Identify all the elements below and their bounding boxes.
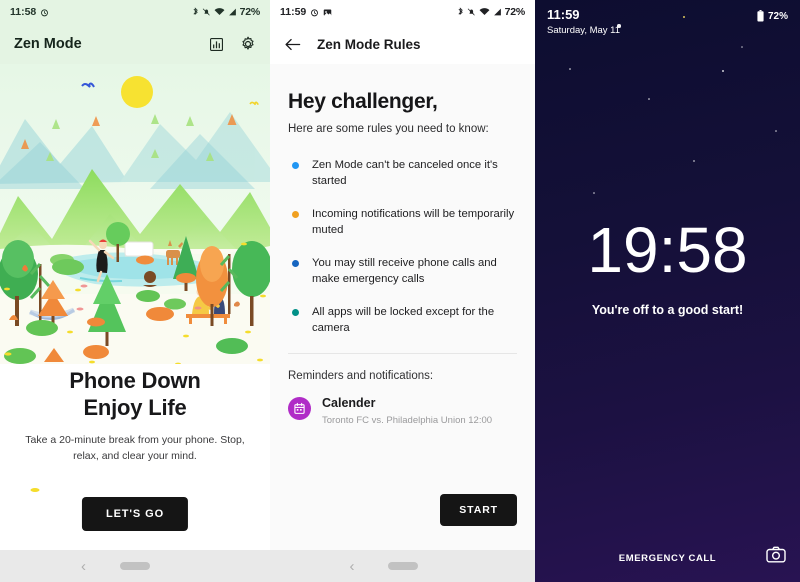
bullet-dot <box>292 211 299 219</box>
rule-item: You may still receive phone calls and ma… <box>288 255 517 287</box>
wifi-icon <box>214 8 225 16</box>
reminders-title: Reminders and notifications: <box>288 370 434 383</box>
home-pill[interactable] <box>120 562 150 570</box>
hero-subtext: Take a 20-minute break from your phone. … <box>25 433 245 462</box>
rules-content: Hey challenger, Here are some rules you … <box>270 64 535 426</box>
rule-text: Zen Mode can't be canceled once it's sta… <box>312 159 498 188</box>
section-divider <box>288 353 517 355</box>
lock-time: 11:59 <box>547 7 580 22</box>
star <box>775 130 777 132</box>
start-button[interactable]: START <box>440 494 517 526</box>
page-title: Zen Mode <box>14 36 82 52</box>
notification-app-name: Calender <box>322 396 376 411</box>
headline-line-1: Phone Down <box>69 368 201 393</box>
panel-zen-mode-home: 11:58 72% Zen Mode Phone Down Enjoy Life… <box>0 0 270 582</box>
back-icon[interactable]: ‹ <box>81 558 86 575</box>
rule-item: All apps will be locked except for the c… <box>288 304 517 336</box>
notification-item[interactable]: Calender Toronto FC vs. Philadelphia Uni… <box>288 396 517 426</box>
star <box>693 160 695 162</box>
bluetooth-icon <box>458 7 463 16</box>
rule-item: Incoming notifications will be temporari… <box>288 206 517 238</box>
notification-detail: Toronto FC vs. Philadelphia Union 12:00 <box>322 415 493 427</box>
lock-date: Saturday, May 11 <box>547 24 621 36</box>
rule-item: Zen Mode can't be canceled once it's sta… <box>288 157 517 189</box>
three-panel-screenshot: 11:58 72% Zen Mode Phone Down Enjoy Life… <box>0 0 800 582</box>
headline-line-2: Enjoy Life <box>83 394 187 420</box>
stats-icon[interactable] <box>209 37 224 52</box>
navigation-bar: ‹ <box>0 550 270 582</box>
status-time: 11:58 <box>10 6 37 18</box>
encouragement-text: You're off to a good start! <box>591 303 744 317</box>
bullet-dot <box>292 162 299 169</box>
battery-percent: 72% <box>504 6 526 18</box>
bullet-dot <box>292 309 299 317</box>
battery-percent: 72% <box>239 6 261 18</box>
rules-lead: Here are some rules you need to know: <box>288 123 489 135</box>
signal-icon <box>228 8 236 16</box>
bluetooth-icon <box>193 7 198 16</box>
status-bar: 11:59 Saturday, May 11 72% <box>535 7 800 36</box>
notifications-muted-icon <box>467 8 475 16</box>
star <box>593 192 595 194</box>
back-arrow-icon[interactable] <box>284 37 301 52</box>
back-icon[interactable]: ‹ <box>350 558 355 575</box>
status-bar: 11:59 72% <box>270 0 535 24</box>
zen-forest-illustration <box>0 64 270 364</box>
tent <box>124 241 154 257</box>
panel-zen-lock-screen: 11:59 Saturday, May 11 72% 19:58 You're … <box>535 0 800 582</box>
rule-text: Incoming notifications will be temporari… <box>312 208 515 237</box>
alarm-icon <box>41 8 49 16</box>
star <box>722 70 724 72</box>
emergency-call-button[interactable]: EMERGENCY CALL <box>619 553 716 564</box>
screenshot-icon <box>324 9 332 15</box>
lock-screen-actions: EMERGENCY CALL <box>535 553 800 564</box>
star <box>569 68 571 70</box>
star <box>741 46 743 48</box>
app-bar: Zen Mode <box>0 24 270 64</box>
camera-icon[interactable] <box>766 546 786 568</box>
signal-icon <box>493 8 501 16</box>
wifi-icon <box>479 8 490 16</box>
lets-go-button[interactable]: LET'S GO <box>81 497 189 531</box>
star <box>648 98 650 100</box>
hero-copy: Phone Down Enjoy Life Take a 20-minute b… <box>0 368 270 465</box>
app-bar: Zen Mode Rules <box>270 24 535 64</box>
status-time: 11:59 <box>280 6 307 18</box>
navigation-bar: ‹ <box>270 550 535 582</box>
page-title: Zen Mode Rules <box>317 36 421 52</box>
alarm-icon <box>311 8 319 16</box>
rules-list: Zen Mode can't be canceled once it's sta… <box>288 157 517 336</box>
countdown-timer: 19:58 <box>587 214 748 286</box>
leaf-decoration <box>30 488 40 492</box>
sun <box>121 76 153 108</box>
rule-text: All apps will be locked except for the c… <box>312 306 495 335</box>
rules-heading: Hey challenger, <box>288 90 438 113</box>
home-pill[interactable] <box>387 562 418 570</box>
rule-text: You may still receive phone calls and ma… <box>312 257 497 286</box>
status-bar: 11:58 72% <box>0 0 270 24</box>
battery-percent: 72% <box>767 10 788 22</box>
panel-zen-mode-rules: 11:59 72% Zen Mode Rules Hey challenger,… <box>270 0 535 582</box>
battery-icon <box>757 10 764 22</box>
gear-icon[interactable] <box>240 36 256 52</box>
bullet-dot <box>292 260 299 268</box>
calendar-icon <box>288 397 311 421</box>
notifications-muted-icon <box>202 8 210 16</box>
